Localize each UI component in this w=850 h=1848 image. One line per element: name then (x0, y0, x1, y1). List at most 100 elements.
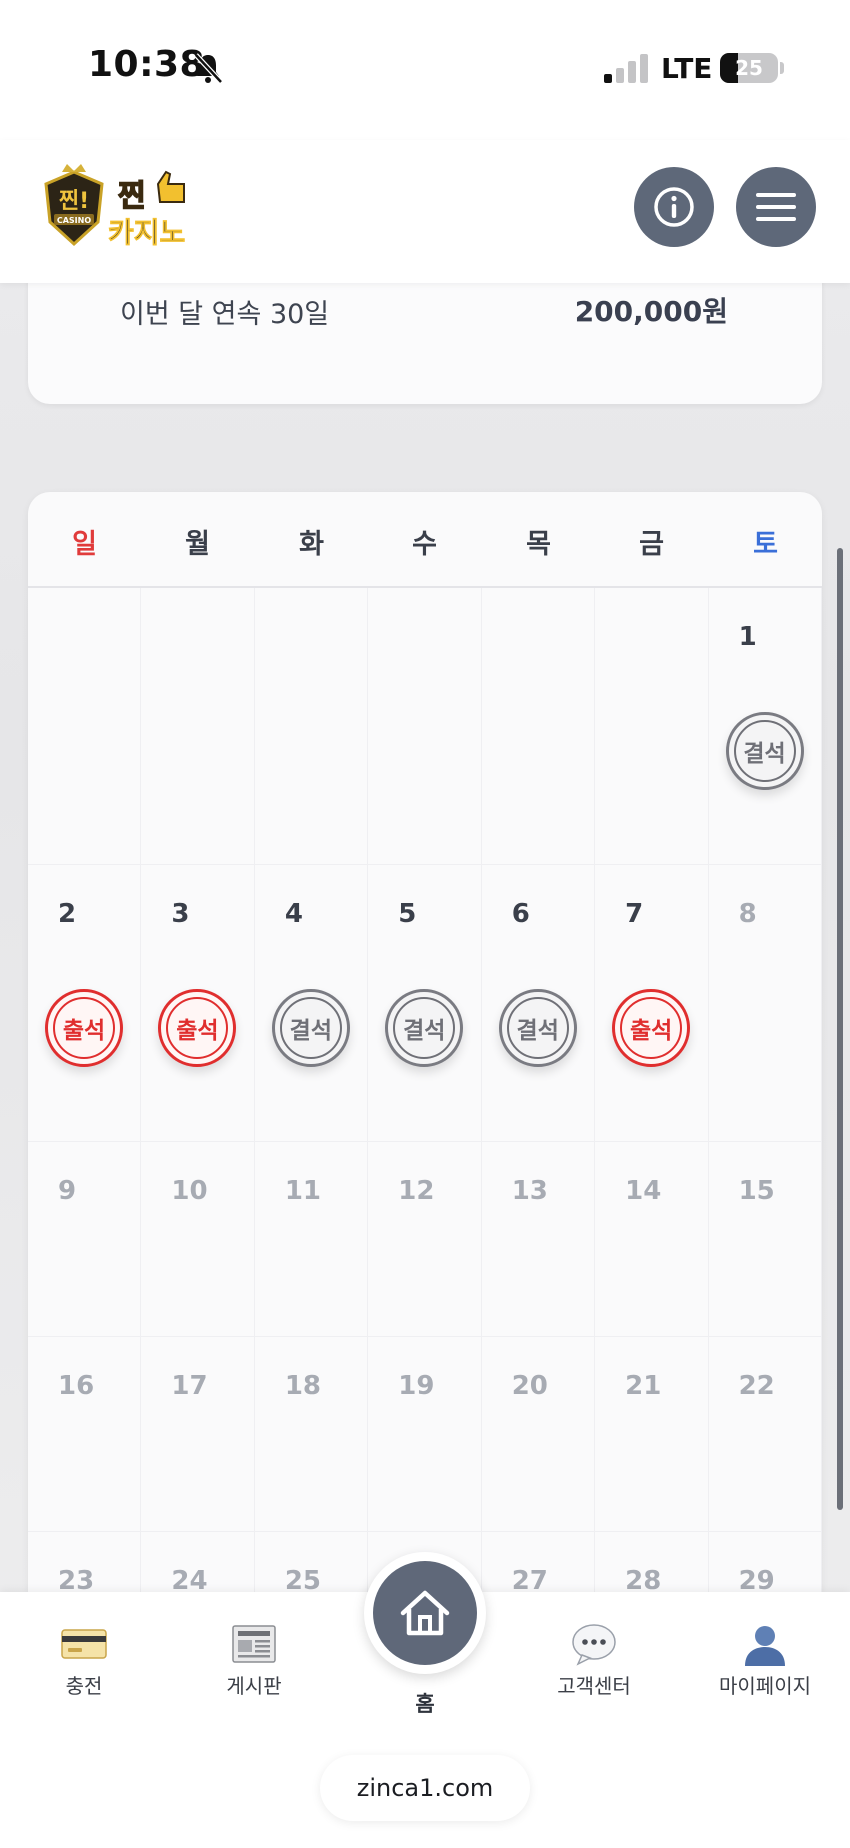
url-bar[interactable]: zinca1.com (320, 1755, 530, 1821)
casino-logo[interactable]: 찐! CASINO 찐 카지노 (34, 162, 214, 262)
day-number: 1 (738, 622, 757, 652)
attendance-stamp-absent: 결석 (385, 989, 464, 1067)
home-button[interactable] (364, 1552, 486, 1674)
newspaper-icon (232, 1625, 276, 1663)
menu-button[interactable] (736, 167, 816, 247)
chat-bubble-icon (572, 1624, 616, 1666)
calendar-cell (28, 588, 142, 865)
calendar-cell[interactable]: 19 (368, 1337, 482, 1532)
bonus-value: 200,000원 (574, 295, 728, 328)
calendar-cell[interactable]: 10 (141, 1142, 255, 1337)
logo-sub-text: CASINO (57, 216, 91, 225)
day-number: 10 (171, 1176, 208, 1206)
day-number: 29 (738, 1566, 775, 1592)
logo-top-text: 찐! (59, 189, 89, 214)
status-bar: 10:38 LTE 25 (0, 0, 850, 140)
day-number: 13 (511, 1176, 548, 1206)
status-time: 10:38 (88, 44, 206, 85)
day-number: 8 (738, 899, 757, 929)
calendar-cell[interactable]: 12 (368, 1142, 482, 1337)
day-number: 22 (738, 1371, 775, 1401)
calendar-cell[interactable]: 4 결석 (254, 865, 369, 1142)
calendar-cell (141, 588, 255, 865)
day-number: 12 (398, 1176, 435, 1206)
calendar-cell[interactable]: 16 (28, 1337, 142, 1532)
attendance-calendar: 일 월 화 수 목 금 토 1 결석 2 출석 3 출석 4 결석 5 결석 6 결석 7 출석 8 9 10 1… (28, 492, 822, 1592)
day-number: 3 (171, 899, 190, 929)
bonus-label: 이번 달 연속 30일 (120, 299, 330, 330)
nav-board[interactable]: 게시판 (194, 1622, 314, 1699)
logo-mark-text: 찐 (118, 179, 146, 214)
calendar-cell[interactable]: 6 결석 (481, 865, 596, 1142)
stamp-label: 출석 (629, 1018, 673, 1044)
calendar-cell[interactable]: 15 (708, 1142, 822, 1337)
day-number: 27 (511, 1566, 548, 1592)
calendar-cell[interactable]: 29 (709, 1532, 822, 1592)
day-number: 16 (58, 1371, 95, 1401)
stamp-label: 출석 (62, 1018, 106, 1044)
user-icon (745, 1626, 785, 1666)
credit-card-icon (61, 1629, 107, 1659)
calendar-cell[interactable]: 11 (254, 1142, 369, 1337)
weekday-sun: 일 (72, 529, 97, 560)
battery-tip (780, 62, 784, 74)
calendar-cell[interactable]: 3 출석 (141, 865, 255, 1142)
calendar-cell[interactable]: 27 (482, 1532, 596, 1592)
calendar-cell[interactable]: 21 (595, 1337, 709, 1532)
calendar-cell[interactable]: 25 (255, 1532, 369, 1592)
day-number: 17 (171, 1371, 208, 1401)
day-number: 9 (58, 1176, 77, 1206)
attendance-stamp-present: 출석 (45, 989, 123, 1067)
calendar-cell (595, 588, 709, 865)
nav-charge-label: 충전 (65, 1674, 103, 1698)
day-number: 19 (398, 1371, 435, 1401)
network-type: LTE (661, 52, 713, 85)
day-number: 25 (284, 1566, 322, 1592)
calendar-cell[interactable]: 22 (708, 1337, 822, 1532)
battery-icon: 25 (720, 53, 778, 83)
calendar-cell (481, 588, 596, 865)
day-number: 14 (625, 1176, 662, 1206)
nav-mypage-label: 마이페이지 (719, 1674, 811, 1698)
calendar-cell[interactable]: 1 결석 (708, 588, 822, 865)
weekday-header: 일 월 화 수 목 금 토 (28, 492, 822, 588)
attendance-stamp-present: 출석 (612, 989, 691, 1067)
day-number: 7 (625, 899, 644, 929)
calendar-cell[interactable]: 2 출석 (28, 865, 142, 1142)
nav-support[interactable]: 고객센터 (534, 1622, 654, 1699)
nav-charge[interactable]: 충전 (24, 1622, 144, 1699)
calendar-cell[interactable]: 13 (481, 1142, 596, 1337)
calendar-cell[interactable]: 24 (141, 1532, 255, 1592)
nav-board-label: 게시판 (226, 1674, 282, 1698)
calendar-cell[interactable]: 18 (254, 1337, 369, 1532)
home-button-inner[interactable] (373, 1561, 477, 1665)
calendar-cell[interactable]: 20 (481, 1337, 596, 1532)
calendar-cell[interactable]: 8 (708, 865, 822, 1142)
stamp-label: 결석 (289, 1018, 332, 1044)
attendance-stamp-absent: 결석 (498, 989, 577, 1067)
day-number: 5 (398, 899, 417, 929)
attendance-stamp-present: 출석 (158, 989, 237, 1067)
nav-home-label: 홈 (415, 1692, 435, 1716)
calendar-cell[interactable]: 7 출석 (595, 865, 709, 1142)
attendance-stamp-absent: 결석 (271, 989, 350, 1067)
info-icon (654, 187, 694, 227)
calendar-cell[interactable]: 17 (141, 1337, 255, 1532)
calendar-cell[interactable]: 23 (28, 1532, 142, 1592)
stamp-label: 결석 (516, 1018, 559, 1044)
url-text: zinca1.com (356, 1774, 494, 1802)
weekday-wed: 수 (412, 529, 437, 560)
calendar-cell[interactable]: 14 (595, 1142, 709, 1337)
day-number: 2 (58, 899, 77, 929)
weekday-fri: 금 (639, 529, 664, 560)
info-button[interactable] (634, 167, 714, 247)
calendar-cell[interactable]: 9 (28, 1142, 142, 1337)
day-number: 11 (284, 1176, 322, 1206)
scrollbar[interactable] (837, 548, 843, 1510)
home-icon (400, 1590, 450, 1636)
weekday-mon: 월 (185, 529, 210, 560)
app-header: 찐! CASINO 찐 카지노 (0, 140, 850, 283)
calendar-cell[interactable]: 5 결석 (368, 865, 482, 1142)
nav-mypage[interactable]: 마이페이지 (705, 1622, 825, 1699)
calendar-cell[interactable]: 28 (595, 1532, 709, 1592)
